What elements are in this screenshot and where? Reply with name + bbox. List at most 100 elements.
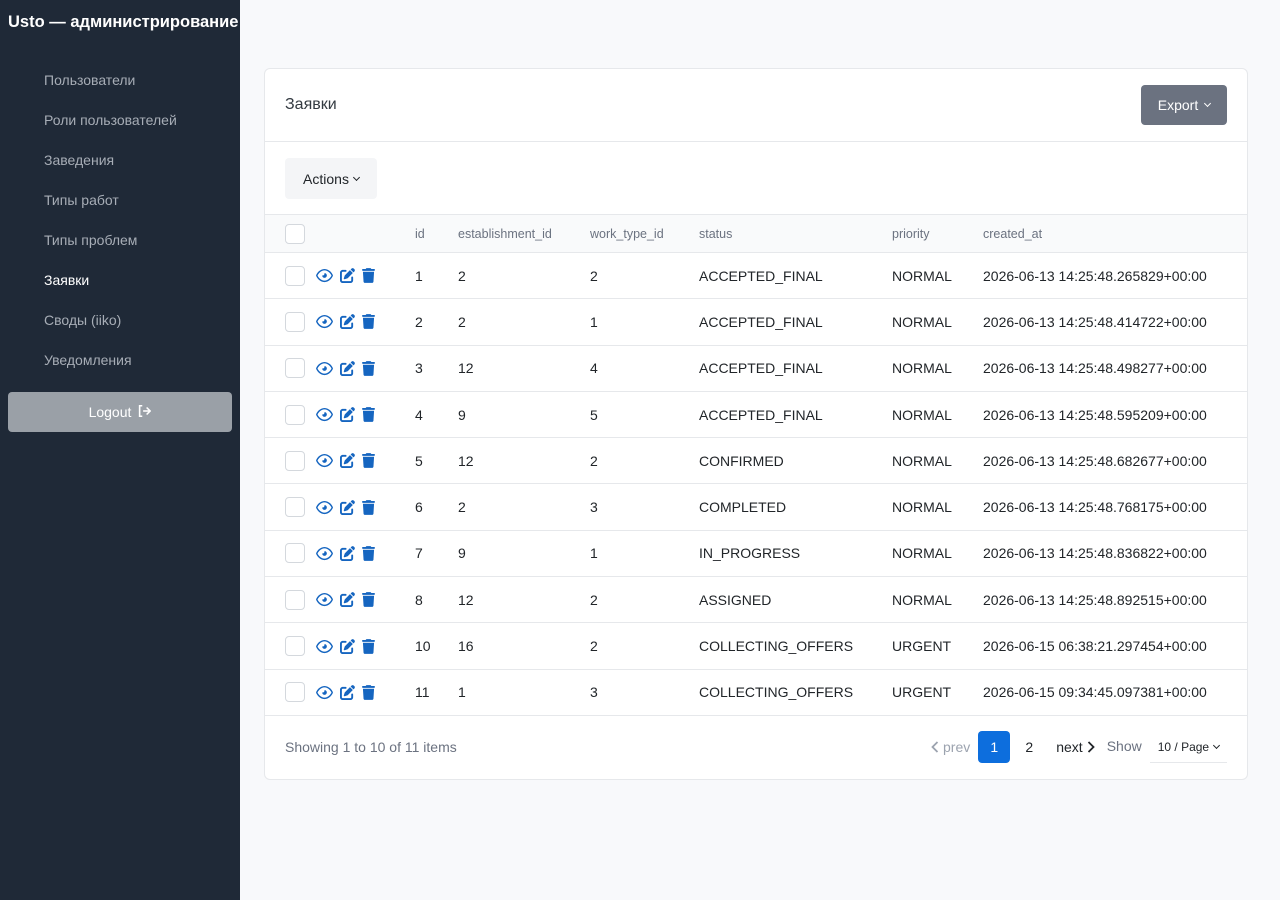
cell-status: COLLECTING_OFFERS [699,684,854,701]
column-header-id[interactable]: id [415,215,458,253]
eye-icon[interactable] [316,592,333,607]
edit-icon[interactable] [340,499,355,515]
row-checkbox[interactable] [285,311,305,332]
eye-icon[interactable] [316,314,333,329]
cell-created-at: 2026-06-13 14:25:48.498277+00:00 [983,360,1207,377]
requests-table: id establishment_id work_type_id status … [265,214,1247,716]
sidebar-item-establishments[interactable]: Заведения [0,140,240,180]
trash-icon[interactable] [362,592,375,608]
sidebar-item-notifications[interactable]: Уведомления [0,340,240,380]
cell-created-at: 2026-06-13 14:25:48.682677+00:00 [983,452,1207,469]
cell-priority: NORMAL [892,452,952,469]
row-checkbox[interactable] [285,682,305,703]
trash-icon[interactable] [362,684,375,700]
sidebar-item-work-types[interactable]: Типы работ [0,180,240,220]
sidebar-item-requests[interactable]: Заявки [0,260,240,300]
cell-created-at: 2026-06-15 09:34:45.097381+00:00 [983,684,1207,701]
table-row[interactable]: 10 16 2 COLLECTING_OFFERS URGENT 2026-06-15 0… [265,623,1247,670]
cell-created-at: 2026-06-13 14:25:48.836822+00:00 [983,545,1207,562]
trash-icon[interactable] [362,545,375,561]
export-button[interactable]: Export [1141,85,1227,125]
row-checkbox[interactable] [285,589,305,610]
column-header-work-type-id[interactable]: work_type_id [590,215,699,253]
page-button-2[interactable]: 2 [1013,731,1045,763]
eye-icon[interactable] [316,500,333,515]
cell-created-at: 2026-06-13 14:25:48.892515+00:00 [983,591,1207,608]
edit-icon[interactable] [340,592,355,608]
edit-icon[interactable] [340,268,355,284]
row-actions [316,592,415,608]
cell-work-type-id: 2 [590,267,598,284]
trash-icon[interactable] [362,314,375,330]
table-row[interactable]: 11 1 3 COLLECTING_OFFERS URGENT 2026-06-15 09… [265,669,1247,716]
eye-icon[interactable] [316,685,333,700]
eye-icon[interactable] [316,268,333,283]
sidebar-item-users[interactable]: Пользователи [0,60,240,100]
trash-icon[interactable] [362,407,375,422]
column-header-status[interactable]: status [699,215,892,253]
eye-icon[interactable] [316,453,333,468]
cell-created-at: 2026-06-13 14:25:48.265829+00:00 [983,267,1207,284]
column-header-priority[interactable]: priority [892,215,983,253]
next-page-button[interactable]: next [1056,739,1095,755]
sidebar-item-user-roles[interactable]: Роли пользователей [0,100,240,140]
actions-dropdown-button[interactable]: Actions [285,158,377,199]
sidebar-item-iiko-reports[interactable]: Своды (iiko) [0,300,240,340]
trash-icon[interactable] [362,268,375,284]
row-checkbox[interactable] [285,543,305,564]
cell-establishment-id: 9 [458,406,466,423]
trash-icon[interactable] [362,499,375,515]
cell-priority: NORMAL [892,360,952,377]
table-row[interactable]: 7 9 1 IN_PROGRESS NORMAL 2026-06-13 14:25:48.… [265,530,1247,577]
logout-button[interactable]: Logout [8,392,232,432]
row-actions [316,684,415,700]
cell-status: COMPLETED [699,499,787,516]
eye-icon[interactable] [316,639,333,654]
eye-icon[interactable] [316,546,333,561]
table-row[interactable]: 4 9 5 ACCEPTED_FINAL NORMAL 2026-06-13 14:25:… [265,391,1247,438]
cell-establishment-id: 2 [458,313,466,330]
cell-status: ACCEPTED_FINAL [699,267,823,284]
table-row[interactable]: 8 12 2 ASSIGNED NORMAL 2026-06-13 14:25:48.89… [265,577,1247,623]
sidebar-item-problem-types[interactable]: Типы проблем [0,220,240,260]
cell-id: 6 [415,499,423,516]
eye-icon[interactable] [316,407,333,422]
cell-id: 1 [415,267,423,284]
edit-icon[interactable] [340,407,355,423]
table-row[interactable]: 1 2 2 ACCEPTED_FINAL NORMAL 2026-06-13 14:25:… [265,253,1247,299]
cell-priority: NORMAL [892,499,952,516]
cell-status: ACCEPTED_FINAL [699,406,823,423]
column-header-establishment-id[interactable]: establishment_id [458,215,590,253]
row-actions [316,407,415,423]
cell-establishment-id: 2 [458,499,466,516]
edit-icon[interactable] [340,546,355,561]
edit-icon[interactable] [340,453,355,469]
page-size-select[interactable]: 10 / Page [1149,731,1228,763]
edit-icon[interactable] [340,684,355,700]
cell-work-type-id: 3 [590,684,598,701]
select-all-checkbox[interactable] [285,223,305,244]
row-checkbox[interactable] [285,450,305,471]
row-checkbox[interactable] [285,404,305,425]
table-row[interactable]: 2 2 1 ACCEPTED_FINAL NORMAL 2026-06-13 14:25:… [265,299,1247,346]
edit-icon[interactable] [340,360,355,376]
row-checkbox[interactable] [285,636,305,657]
eye-icon[interactable] [316,361,333,376]
table-row[interactable]: 5 12 2 CONFIRMED NORMAL 2026-06-13 14:25:48.6… [265,438,1247,484]
cell-status: ACCEPTED_FINAL [699,360,823,377]
table-row[interactable]: 3 12 4 ACCEPTED_FINAL NORMAL 2026-06-13 14:25… [265,345,1247,392]
column-header-created-at[interactable]: created_at [983,215,1247,253]
table-row[interactable]: 6 2 3 COMPLETED NORMAL 2026-06-13 14:25:48.76… [265,484,1247,531]
cell-id: 7 [415,545,423,562]
row-checkbox[interactable] [285,497,305,518]
trash-icon[interactable] [362,360,375,376]
page-button-1[interactable]: 1 [978,731,1011,763]
row-checkbox[interactable] [285,265,305,286]
edit-icon[interactable] [340,638,355,654]
prev-page-button[interactable]: prev [931,739,970,755]
edit-icon[interactable] [340,314,355,330]
cell-priority: NORMAL [892,591,952,608]
trash-icon[interactable] [362,638,375,654]
trash-icon[interactable] [362,453,375,469]
row-checkbox[interactable] [285,358,305,379]
